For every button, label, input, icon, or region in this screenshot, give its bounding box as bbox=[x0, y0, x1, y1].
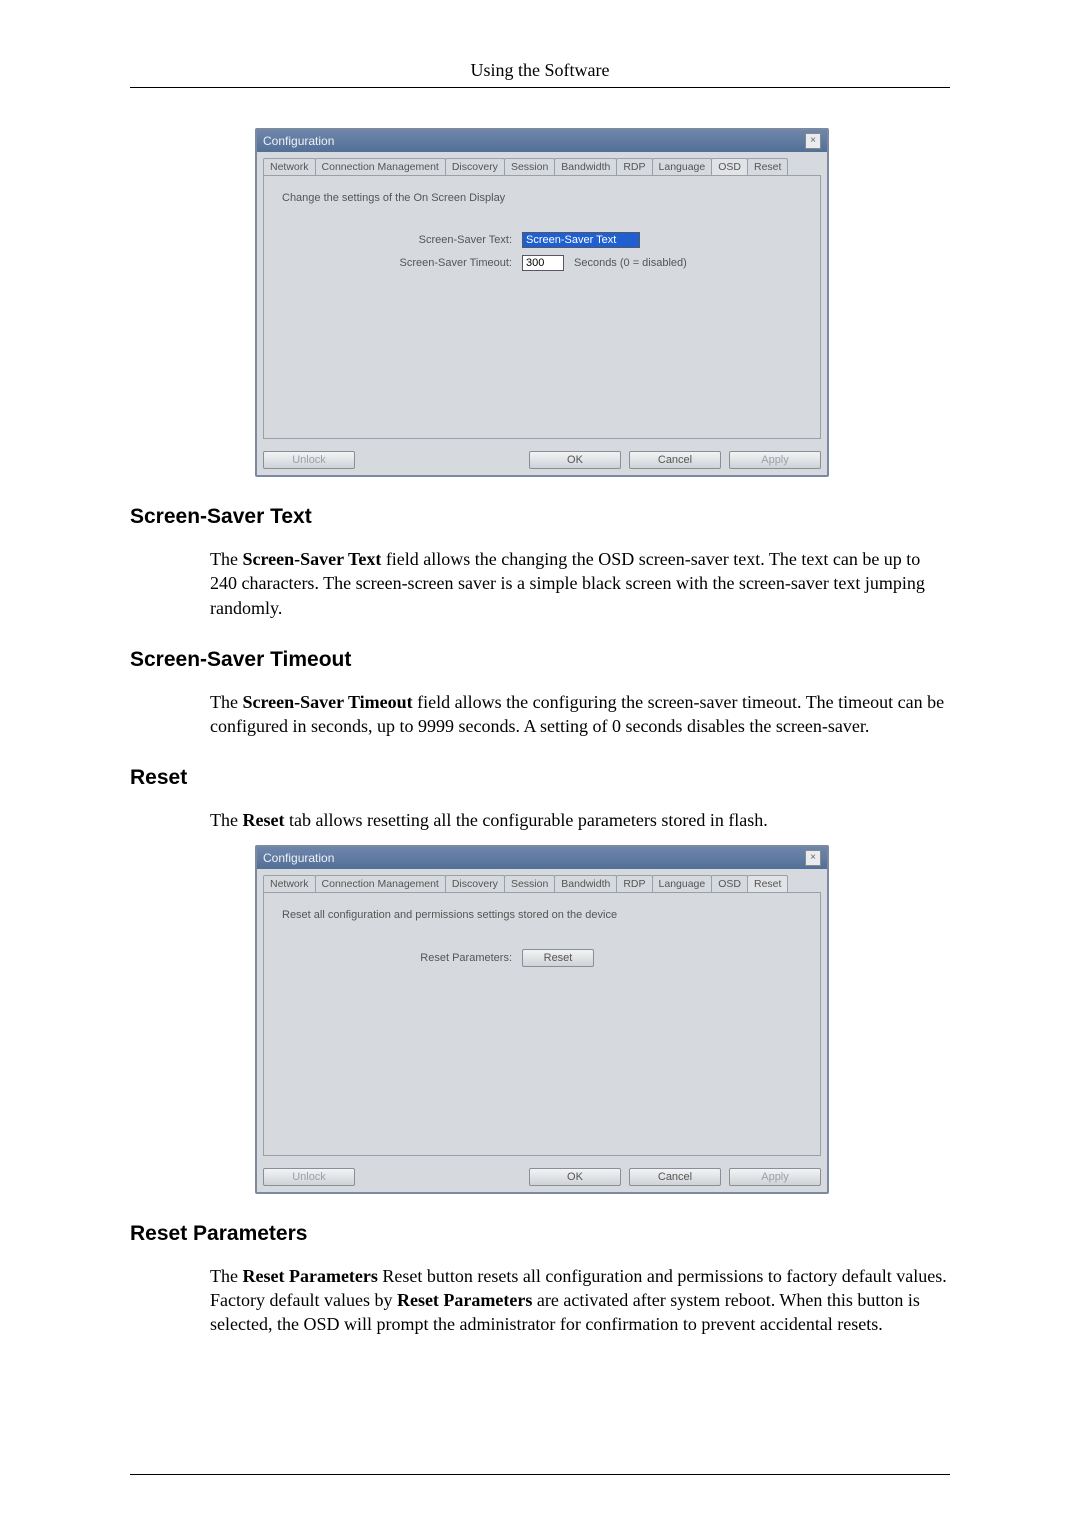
ok-button[interactable]: OK bbox=[529, 451, 621, 469]
tab-connection-management[interactable]: Connection Management bbox=[315, 158, 446, 175]
tab-language[interactable]: Language bbox=[652, 158, 713, 175]
para-screensaver-timeout: The Screen-Saver Timeout field allows th… bbox=[210, 690, 950, 739]
tab-reset[interactable]: Reset bbox=[747, 875, 788, 892]
dialog-buttons: Unlock OK Cancel Apply bbox=[257, 1162, 827, 1192]
timeout-suffix: Seconds (0 = disabled) bbox=[574, 257, 687, 269]
dialog-title: Configuration bbox=[263, 851, 334, 865]
reset-parameters-label: Reset Parameters: bbox=[282, 952, 522, 964]
tab-description: Change the settings of the On Screen Dis… bbox=[282, 192, 802, 204]
footer-rule bbox=[130, 1474, 950, 1475]
tab-strip: Network Connection Management Discovery … bbox=[257, 869, 827, 892]
tab-session[interactable]: Session bbox=[504, 158, 555, 175]
heading-reset-parameters: Reset Parameters bbox=[130, 1222, 950, 1246]
tab-session[interactable]: Session bbox=[504, 875, 555, 892]
apply-button[interactable]: Apply bbox=[729, 451, 821, 469]
running-head: Using the Software bbox=[130, 60, 950, 88]
dialog-titlebar: Configuration × bbox=[257, 130, 827, 152]
tab-bandwidth[interactable]: Bandwidth bbox=[554, 875, 617, 892]
cancel-button[interactable]: Cancel bbox=[629, 1168, 721, 1186]
tab-rdp[interactable]: RDP bbox=[616, 158, 652, 175]
screensaver-timeout-label: Screen-Saver Timeout: bbox=[282, 257, 522, 269]
tab-rdp[interactable]: RDP bbox=[616, 875, 652, 892]
tab-network[interactable]: Network bbox=[263, 875, 316, 892]
tab-bandwidth[interactable]: Bandwidth bbox=[554, 158, 617, 175]
unlock-button[interactable]: Unlock bbox=[263, 451, 355, 469]
screensaver-timeout-input[interactable] bbox=[522, 255, 564, 271]
tab-strip: Network Connection Management Discovery … bbox=[257, 152, 827, 175]
close-icon[interactable]: × bbox=[805, 850, 821, 866]
tab-connection-management[interactable]: Connection Management bbox=[315, 875, 446, 892]
cancel-button[interactable]: Cancel bbox=[629, 451, 721, 469]
heading-screensaver-text: Screen-Saver Text bbox=[130, 505, 950, 529]
tab-osd[interactable]: OSD bbox=[711, 158, 748, 175]
dialog-buttons: Unlock OK Cancel Apply bbox=[257, 445, 827, 475]
osd-dialog-screenshot: Configuration × Network Connection Manag… bbox=[255, 128, 825, 477]
tab-discovery[interactable]: Discovery bbox=[445, 875, 505, 892]
tab-network[interactable]: Network bbox=[263, 158, 316, 175]
heading-screensaver-timeout: Screen-Saver Timeout bbox=[130, 648, 950, 672]
screensaver-text-label: Screen-Saver Text: bbox=[282, 234, 522, 246]
screensaver-text-input[interactable] bbox=[522, 232, 640, 248]
reset-dialog-screenshot: Configuration × Network Connection Manag… bbox=[255, 845, 825, 1194]
tab-description: Reset all configuration and permissions … bbox=[282, 909, 802, 921]
heading-reset: Reset bbox=[130, 766, 950, 790]
tab-osd[interactable]: OSD bbox=[711, 875, 748, 892]
tab-page: Reset all configuration and permissions … bbox=[263, 892, 821, 1156]
close-icon[interactable]: × bbox=[805, 133, 821, 149]
para-reset-parameters: The Reset Parameters Reset button resets… bbox=[210, 1264, 950, 1337]
reset-button[interactable]: Reset bbox=[522, 949, 594, 967]
tab-discovery[interactable]: Discovery bbox=[445, 158, 505, 175]
para-reset: The Reset tab allows resetting all the c… bbox=[210, 808, 950, 832]
unlock-button[interactable]: Unlock bbox=[263, 1168, 355, 1186]
dialog-titlebar: Configuration × bbox=[257, 847, 827, 869]
tab-page: Change the settings of the On Screen Dis… bbox=[263, 175, 821, 439]
apply-button[interactable]: Apply bbox=[729, 1168, 821, 1186]
ok-button[interactable]: OK bbox=[529, 1168, 621, 1186]
tab-reset[interactable]: Reset bbox=[747, 158, 788, 175]
dialog-title: Configuration bbox=[263, 134, 334, 148]
tab-language[interactable]: Language bbox=[652, 875, 713, 892]
para-screensaver-text: The Screen-Saver Text field allows the c… bbox=[210, 547, 950, 620]
